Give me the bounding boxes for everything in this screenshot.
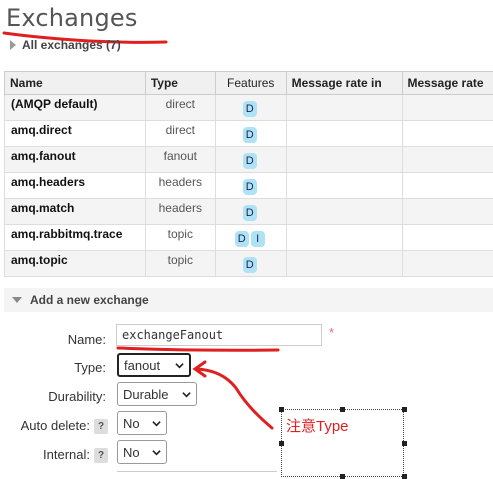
type-label: Type: [74, 360, 106, 375]
exchange-type-cell: topic [144, 224, 216, 251]
feature-badge: D [242, 153, 257, 169]
exchange-name-input[interactable]: exchangeFanout [116, 324, 322, 346]
table-row[interactable]: amq.direct direct D [4, 120, 493, 147]
resize-handle[interactable] [340, 474, 345, 479]
exchange-name-cell[interactable]: amq.direct [4, 120, 146, 147]
message-rate-out-cell [401, 198, 493, 225]
name-underline-annotation [116, 346, 280, 352]
message-rate-in-cell [285, 224, 403, 251]
auto-delete-select-value: No [123, 415, 140, 431]
type-select-value: fanout [124, 357, 161, 373]
exchange-features-cell: DI [214, 224, 287, 251]
internal-label-text: Internal: [43, 447, 90, 462]
feature-badge: D [234, 231, 249, 247]
table-header-row: Name Type Features Message rate in Messa… [4, 71, 493, 95]
internal-label: Internal:? [4, 447, 108, 463]
chevron-down-icon [182, 391, 191, 397]
resize-handle[interactable] [402, 441, 407, 446]
durability-label: Durability: [48, 389, 106, 404]
column-header-message-rate-in[interactable]: Message rate in [285, 71, 403, 95]
message-rate-in-cell [285, 120, 403, 147]
add-exchange-label: Add a new exchange [30, 293, 149, 307]
feature-badge: D [242, 127, 257, 143]
exchange-name-cell[interactable]: amq.fanout [4, 146, 146, 173]
resize-handle[interactable] [340, 407, 345, 412]
exchange-features-cell: D [214, 172, 287, 199]
message-rate-in-cell [285, 198, 403, 225]
all-exchanges-toggle[interactable]: All exchanges (7) [10, 38, 121, 52]
chevron-down-icon [175, 362, 184, 368]
table-row[interactable]: amq.rabbitmq.trace topic D I [4, 224, 493, 251]
internal-select[interactable]: No [117, 440, 167, 464]
collapse-arrow-icon [12, 297, 22, 303]
message-rate-out-cell [401, 224, 493, 251]
add-exchange-section-header[interactable]: Add a new exchange [4, 288, 493, 312]
table-row[interactable]: amq.topic topic D [4, 250, 493, 277]
name-label: Name: [67, 332, 106, 347]
message-rate-out-cell [401, 146, 493, 173]
column-header-message-rate-out[interactable]: Message rate [401, 71, 493, 95]
column-header-name[interactable]: Name [4, 71, 146, 95]
exchange-name-cell[interactable]: amq.topic [4, 250, 146, 277]
exchange-features-cell: D [214, 94, 287, 121]
table-row[interactable]: amq.headers headers D [4, 172, 493, 199]
exchange-type-cell: topic [144, 250, 216, 277]
message-rate-in-cell [285, 250, 403, 277]
chevron-down-icon [152, 420, 161, 426]
exchange-type-cell: fanout [144, 146, 216, 173]
feature-badge: D [242, 179, 257, 195]
annotation-arrow [194, 367, 274, 430]
feature-badge: D [242, 101, 257, 117]
table-row[interactable]: amq.match headers D [4, 198, 493, 225]
feature-badge: I [250, 231, 265, 247]
resize-handle[interactable] [402, 407, 407, 412]
message-rate-out-cell [401, 94, 493, 121]
exchange-type-cell: direct [144, 94, 216, 121]
exchange-features-cell: D [214, 198, 287, 225]
auto-delete-select[interactable]: No [117, 411, 167, 435]
internal-help-icon[interactable]: ? [94, 448, 108, 463]
exchange-type-select[interactable]: fanout [117, 353, 191, 377]
column-header-features[interactable]: Features [214, 71, 287, 95]
auto-delete-label: Auto delete:? [4, 418, 108, 434]
resize-handle[interactable] [279, 441, 284, 446]
exchange-type-cell: headers [144, 198, 216, 225]
exchange-type-cell: direct [144, 120, 216, 147]
auto-delete-label-text: Auto delete: [20, 418, 90, 433]
exchanges-table: Name Type Features Message rate in Messa… [4, 71, 493, 277]
message-rate-in-cell [285, 146, 403, 173]
resize-handle[interactable] [402, 474, 407, 479]
exchange-features-cell: D [214, 146, 287, 173]
expand-arrow-icon [10, 40, 16, 50]
durability-select-value: Durable [123, 386, 169, 402]
exchange-features-cell: D [214, 120, 287, 147]
annotation-text: 注意Type [286, 418, 349, 435]
exchange-name-cell[interactable]: amq.rabbitmq.trace [4, 224, 146, 251]
resize-handle[interactable] [279, 407, 284, 412]
message-rate-out-cell [401, 120, 493, 147]
feature-badge: D [242, 205, 257, 221]
message-rate-out-cell [401, 172, 493, 199]
exchange-name-cell[interactable]: amq.match [4, 198, 146, 225]
auto-delete-help-icon[interactable]: ? [94, 419, 108, 434]
annotation-arrowhead [192, 360, 207, 378]
form-divider [117, 471, 277, 479]
feature-badge: D [242, 257, 257, 273]
message-rate-out-cell [401, 250, 493, 277]
table-row[interactable]: (AMQP default) direct D [4, 94, 493, 121]
message-rate-in-cell [285, 94, 403, 121]
table-row[interactable]: amq.fanout fanout D [4, 146, 493, 173]
required-marker: * [329, 325, 335, 340]
internal-select-value: No [123, 444, 140, 460]
page-title: Exchanges [6, 4, 138, 32]
exchange-name-cell[interactable]: amq.headers [4, 172, 146, 199]
exchange-features-cell: D [214, 250, 287, 277]
exchange-type-cell: headers [144, 172, 216, 199]
exchange-name-cell[interactable]: (AMQP default) [4, 94, 146, 121]
durability-select[interactable]: Durable [117, 382, 197, 406]
column-header-type[interactable]: Type [144, 71, 216, 95]
chevron-down-icon [152, 449, 161, 455]
all-exchanges-label: All exchanges (7) [22, 38, 121, 52]
message-rate-in-cell [285, 172, 403, 199]
